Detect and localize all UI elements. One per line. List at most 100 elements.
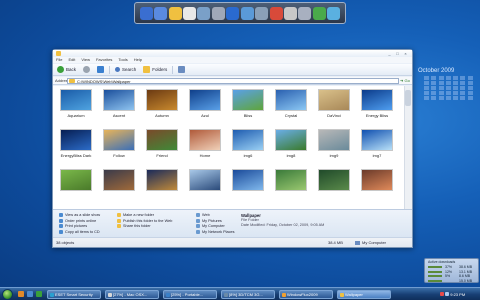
taskbar-button[interactable]: ESET Smart Security bbox=[47, 290, 101, 299]
tray-icon[interactable] bbox=[445, 292, 450, 296]
clock[interactable]: 9:23 PM bbox=[450, 292, 465, 297]
task-link[interactable]: View as a slide show bbox=[59, 213, 100, 217]
task-link[interactable]: My Pictures bbox=[196, 218, 222, 223]
calendar-day[interactable] bbox=[431, 86, 437, 90]
file-item[interactable] bbox=[228, 169, 268, 207]
start-button[interactable] bbox=[2, 289, 13, 300]
tray-icon[interactable] bbox=[440, 292, 444, 296]
edit-icon[interactable] bbox=[298, 6, 312, 20]
calendar-day[interactable] bbox=[460, 96, 466, 100]
task-link[interactable]: Copy all items to CD bbox=[59, 229, 100, 234]
drive-icon[interactable] bbox=[211, 6, 225, 20]
taskbar-button[interactable]: Wallpaper bbox=[337, 290, 391, 299]
file-item[interactable]: img7 bbox=[357, 129, 397, 167]
file-item[interactable] bbox=[56, 169, 96, 207]
calendar-day[interactable] bbox=[453, 81, 459, 85]
file-item[interactable] bbox=[271, 169, 311, 207]
minimize-button[interactable]: _ bbox=[386, 51, 393, 56]
calendar-day[interactable] bbox=[467, 96, 473, 100]
calendar-day[interactable] bbox=[445, 91, 451, 95]
monitor-icon[interactable] bbox=[240, 6, 254, 20]
back-button[interactable]: Back bbox=[55, 66, 78, 73]
task-link[interactable]: My Network Places bbox=[196, 229, 235, 234]
calendar-day[interactable] bbox=[453, 76, 459, 80]
calendar-day[interactable] bbox=[431, 76, 437, 80]
file-item[interactable]: img9 bbox=[314, 129, 354, 167]
task-link[interactable]: Web bbox=[196, 213, 210, 217]
task-link[interactable]: Publish this folder to the Web bbox=[117, 218, 172, 223]
title-bar[interactable]: _ □ × bbox=[53, 50, 412, 57]
file-item[interactable]: Home bbox=[185, 129, 225, 167]
calendar-day[interactable] bbox=[467, 76, 473, 80]
menu-item[interactable]: Tools bbox=[118, 57, 127, 63]
menu-item[interactable]: Favorites bbox=[96, 57, 112, 63]
calendar-day[interactable] bbox=[445, 86, 451, 90]
settings-icon[interactable] bbox=[255, 6, 269, 20]
file-item[interactable] bbox=[142, 169, 182, 207]
quicklaunch-icon[interactable] bbox=[36, 291, 42, 297]
maximize-button[interactable]: □ bbox=[394, 51, 401, 56]
forward-button[interactable] bbox=[81, 66, 92, 73]
quicklaunch-icon[interactable] bbox=[18, 291, 24, 297]
file-item[interactable] bbox=[185, 169, 225, 207]
task-link[interactable]: Print pictures bbox=[59, 224, 87, 228]
file-item[interactable]: Azul bbox=[185, 89, 225, 127]
calendar-day[interactable] bbox=[424, 91, 429, 95]
calendar-day[interactable] bbox=[438, 76, 444, 80]
file-item[interactable]: Autumn bbox=[142, 89, 182, 127]
file-item[interactable]: Aquarium bbox=[56, 89, 96, 127]
close-button[interactable]: × bbox=[402, 51, 409, 56]
folder-icon[interactable] bbox=[168, 6, 182, 20]
up-button[interactable] bbox=[95, 66, 106, 73]
go-button[interactable]: ➜ Go bbox=[400, 78, 410, 84]
calendar-day[interactable] bbox=[431, 81, 437, 85]
explorer-window[interactable]: _ □ × File Edit View Favorites Tools Help Bac… bbox=[52, 49, 413, 248]
calendar-day[interactable] bbox=[467, 81, 473, 85]
taskbar-button[interactable]: [25%] - Portable... bbox=[163, 290, 217, 299]
downloads-gadget[interactable]: Active downloads 37% 38.6 MB 12% 13.1 MB 5% 8.… bbox=[424, 258, 479, 283]
calendar-day[interactable] bbox=[424, 76, 429, 80]
calendar-day[interactable] bbox=[445, 76, 451, 80]
calendar-day[interactable] bbox=[460, 81, 466, 85]
menu-item[interactable]: File bbox=[56, 57, 62, 63]
calendar-day[interactable] bbox=[424, 86, 429, 90]
calendar-day[interactable] bbox=[467, 91, 473, 95]
search-button[interactable]: Search bbox=[113, 67, 138, 72]
paint-icon[interactable] bbox=[269, 6, 283, 20]
cut-icon[interactable] bbox=[283, 6, 297, 20]
address-input[interactable]: C:\WINDOWS\Web\Wallpaper bbox=[67, 78, 399, 84]
calendar-day[interactable] bbox=[438, 91, 444, 95]
calendar-day[interactable] bbox=[424, 96, 429, 100]
calendar-day[interactable] bbox=[460, 91, 466, 95]
network-icon[interactable] bbox=[139, 6, 153, 20]
calendar-day[interactable] bbox=[438, 96, 444, 100]
calendar-day[interactable] bbox=[467, 86, 473, 90]
task-link[interactable]: Make a new folder bbox=[117, 213, 154, 217]
menu-item[interactable]: Edit bbox=[68, 57, 75, 63]
file-item[interactable]: Ascent bbox=[99, 89, 139, 127]
quicklaunch-icon[interactable] bbox=[27, 291, 33, 297]
file-item[interactable] bbox=[357, 169, 397, 207]
calendar-day[interactable] bbox=[445, 81, 451, 85]
file-item[interactable]: Energy Bliss bbox=[357, 89, 397, 127]
file-item[interactable]: img8 bbox=[271, 129, 311, 167]
recycle-icon[interactable] bbox=[327, 6, 341, 20]
calendar-day[interactable] bbox=[460, 76, 466, 80]
file-item[interactable]: DaVinci bbox=[314, 89, 354, 127]
scrollbar-thumb[interactable] bbox=[405, 90, 411, 106]
menu-item[interactable]: Help bbox=[134, 57, 142, 63]
notes-icon[interactable] bbox=[182, 6, 196, 20]
tools-icon[interactable] bbox=[197, 6, 211, 20]
calendar-day[interactable] bbox=[424, 81, 429, 85]
file-item[interactable]: img6 bbox=[228, 129, 268, 167]
task-link[interactable]: My Computer bbox=[196, 224, 225, 228]
calendar-day[interactable] bbox=[431, 91, 437, 95]
menu-item[interactable]: View bbox=[81, 57, 90, 63]
calendar-day[interactable] bbox=[431, 96, 437, 100]
calendar-day[interactable] bbox=[453, 91, 459, 95]
calendar-day[interactable] bbox=[453, 86, 459, 90]
file-item[interactable]: EnergyBliss Dark bbox=[56, 129, 96, 167]
views-button[interactable] bbox=[176, 66, 187, 73]
calendar-day[interactable] bbox=[445, 96, 451, 100]
chrome-icon[interactable] bbox=[312, 6, 326, 20]
